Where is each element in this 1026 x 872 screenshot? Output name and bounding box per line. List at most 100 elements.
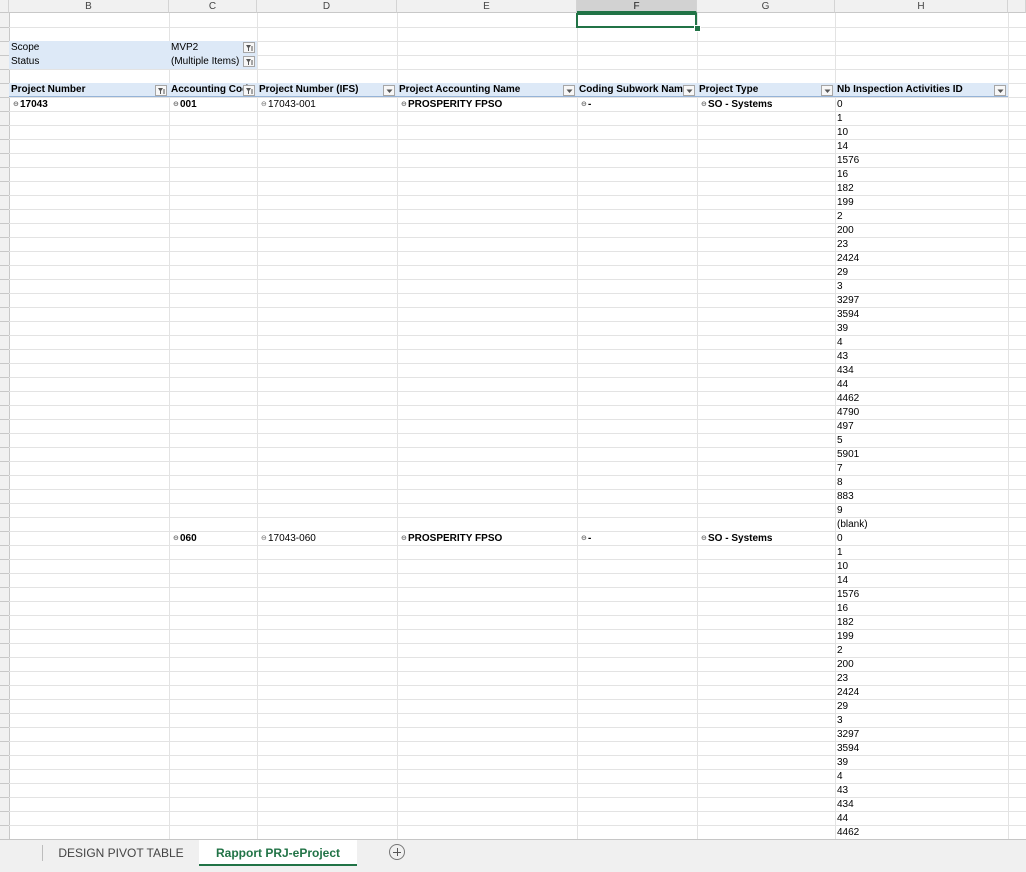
project-number-ifs-cell[interactable]: ⊖17043-001 (259, 98, 397, 112)
accounting-cell[interactable]: ⊖060 (171, 532, 257, 546)
row-header-divider (0, 181, 9, 182)
project-number-ifs-cell[interactable]: ⊖17043-060 (259, 532, 397, 546)
inspection-id-cell: 43 (835, 784, 1007, 798)
scope-filter-button[interactable] (243, 42, 255, 53)
inspection-id-cell: 2424 (835, 252, 1007, 266)
column-header-c[interactable]: C (169, 0, 257, 13)
header-filter-button[interactable] (563, 85, 575, 96)
column-header-b[interactable]: B (9, 0, 169, 13)
header-project-accounting-name[interactable]: Project Accounting Name (397, 83, 577, 97)
inspection-id-cell-text: 2424 (837, 687, 860, 698)
project-number-cell[interactable]: ⊖17043 (11, 98, 169, 112)
column-gridline (397, 13, 398, 839)
column-header-partial[interactable] (1008, 0, 1026, 13)
inspection-id-cell-text: 16 (837, 169, 849, 180)
project-number-cell-text: 17043 (20, 99, 48, 110)
project-accounting-name-cell[interactable]: ⊖PROSPERITY FPSO (399, 98, 577, 112)
add-sheet-icon[interactable] (389, 844, 405, 860)
collapse-icon[interactable]: ⊖ (401, 532, 408, 546)
inspection-id-cell-text: 5901 (837, 449, 860, 460)
collapse-icon[interactable]: ⊖ (581, 98, 588, 112)
inspection-id-cell: 182 (835, 182, 1007, 196)
inspection-id-cell: 16 (835, 602, 1007, 616)
filter-funnel-icon (158, 88, 165, 94)
collapse-icon[interactable]: ⊖ (261, 532, 268, 546)
project-type-cell[interactable]: ⊖SO - Systems (699, 532, 835, 546)
inspection-id-cell: 1576 (835, 588, 1007, 602)
collapse-icon[interactable]: ⊖ (401, 98, 408, 112)
collapse-icon[interactable]: ⊖ (13, 98, 20, 112)
worksheet-grid[interactable]: BCDEFGH Scope MVP2 Status (Multiple Item… (0, 0, 1026, 839)
inspection-id-cell: 44 (835, 812, 1007, 826)
inspection-id-cell: 9 (835, 504, 1007, 518)
accounting-cell[interactable]: ⊖001 (171, 98, 257, 112)
inspection-id-cell-text: 4462 (837, 393, 860, 404)
column-header-f[interactable]: F (577, 0, 697, 13)
row-header-divider (0, 195, 9, 196)
inspection-id-cell: 39 (835, 322, 1007, 336)
row-header-divider (0, 27, 9, 28)
column-header-e[interactable]: E (397, 0, 577, 13)
header-filter-button[interactable] (383, 85, 395, 96)
header-filter-button[interactable] (994, 85, 1006, 96)
status-filter-button[interactable] (243, 56, 255, 67)
collapse-icon[interactable]: ⊖ (261, 98, 268, 112)
row-header-divider (0, 657, 9, 658)
inspection-id-cell: 2 (835, 210, 1007, 224)
project-type-cell[interactable]: ⊖SO - Systems (699, 98, 835, 112)
header-coding-subwork-name[interactable]: Coding Subwork Name (577, 83, 697, 97)
row-header-divider (0, 643, 9, 644)
header-project-number-ifs[interactable]: Project Number (IFS) (257, 83, 397, 97)
inspection-id-cell: 4 (835, 336, 1007, 350)
inspection-id-cell-text: 39 (837, 757, 849, 768)
row-header-divider (0, 671, 9, 672)
header-filter-button[interactable] (155, 85, 167, 96)
sheet-tab-bar: DESIGN PIVOT TABLE Rapport PRJ-eProject (0, 839, 1026, 872)
select-all-corner[interactable] (0, 0, 9, 13)
column-gridline (577, 13, 578, 839)
filter-funnel-icon (246, 45, 253, 51)
column-header-g[interactable]: G (697, 0, 835, 13)
header-filter-button[interactable] (821, 85, 833, 96)
header-filter-button[interactable] (683, 85, 695, 96)
collapse-icon[interactable]: ⊖ (581, 532, 588, 546)
inspection-id-cell: 182 (835, 616, 1007, 630)
coding-subwork-cell[interactable]: ⊖- (579, 98, 697, 112)
row-header-divider (0, 223, 9, 224)
inspection-id-cell-text: 29 (837, 701, 849, 712)
row-header-divider (0, 629, 9, 630)
inspection-id-cell: 4462 (835, 826, 1007, 839)
inspection-id-cell: 3297 (835, 294, 1007, 308)
header-project-number[interactable]: Project Number (9, 83, 169, 97)
row-header-divider (0, 685, 9, 686)
coding-subwork-cell[interactable]: ⊖- (579, 532, 697, 546)
collapse-icon[interactable]: ⊖ (701, 532, 708, 546)
header-nb-inspection-activities[interactable]: Nb Inspection Activities ID (835, 83, 1008, 97)
fill-handle[interactable] (694, 25, 701, 32)
collapse-icon[interactable]: ⊖ (173, 532, 180, 546)
column-header-h[interactable]: H (835, 0, 1008, 13)
tab-rapport-prj-eproject[interactable]: Rapport PRJ-eProject (199, 840, 357, 866)
inspection-id-cell-text: 0 (837, 533, 843, 544)
tab-design-pivot-table[interactable]: DESIGN PIVOT TABLE (48, 840, 194, 866)
row-header-divider (0, 797, 9, 798)
collapse-icon[interactable]: ⊖ (173, 98, 180, 112)
inspection-id-cell-text: 1 (837, 547, 843, 558)
row-header-divider (0, 349, 9, 350)
inspection-id-cell-text: 4790 (837, 407, 860, 418)
row-header-divider (0, 209, 9, 210)
active-cell-selection[interactable] (576, 13, 697, 28)
row-header-divider (0, 391, 9, 392)
inspection-id-cell-text: 3297 (837, 295, 860, 306)
inspection-id-cell-text: 4 (837, 337, 843, 348)
inspection-id-cell-text: 3 (837, 715, 843, 726)
row-header-strip[interactable] (0, 13, 10, 839)
header-filter-button[interactable] (243, 85, 255, 96)
inspection-id-cell-text: 199 (837, 631, 854, 642)
inspection-id-cell-text: 2 (837, 211, 843, 222)
header-project-type[interactable]: Project Type (697, 83, 835, 97)
inspection-id-cell-text: 199 (837, 197, 854, 208)
column-header-d[interactable]: D (257, 0, 397, 13)
project-accounting-name-cell[interactable]: ⊖PROSPERITY FPSO (399, 532, 577, 546)
collapse-icon[interactable]: ⊖ (701, 98, 708, 112)
